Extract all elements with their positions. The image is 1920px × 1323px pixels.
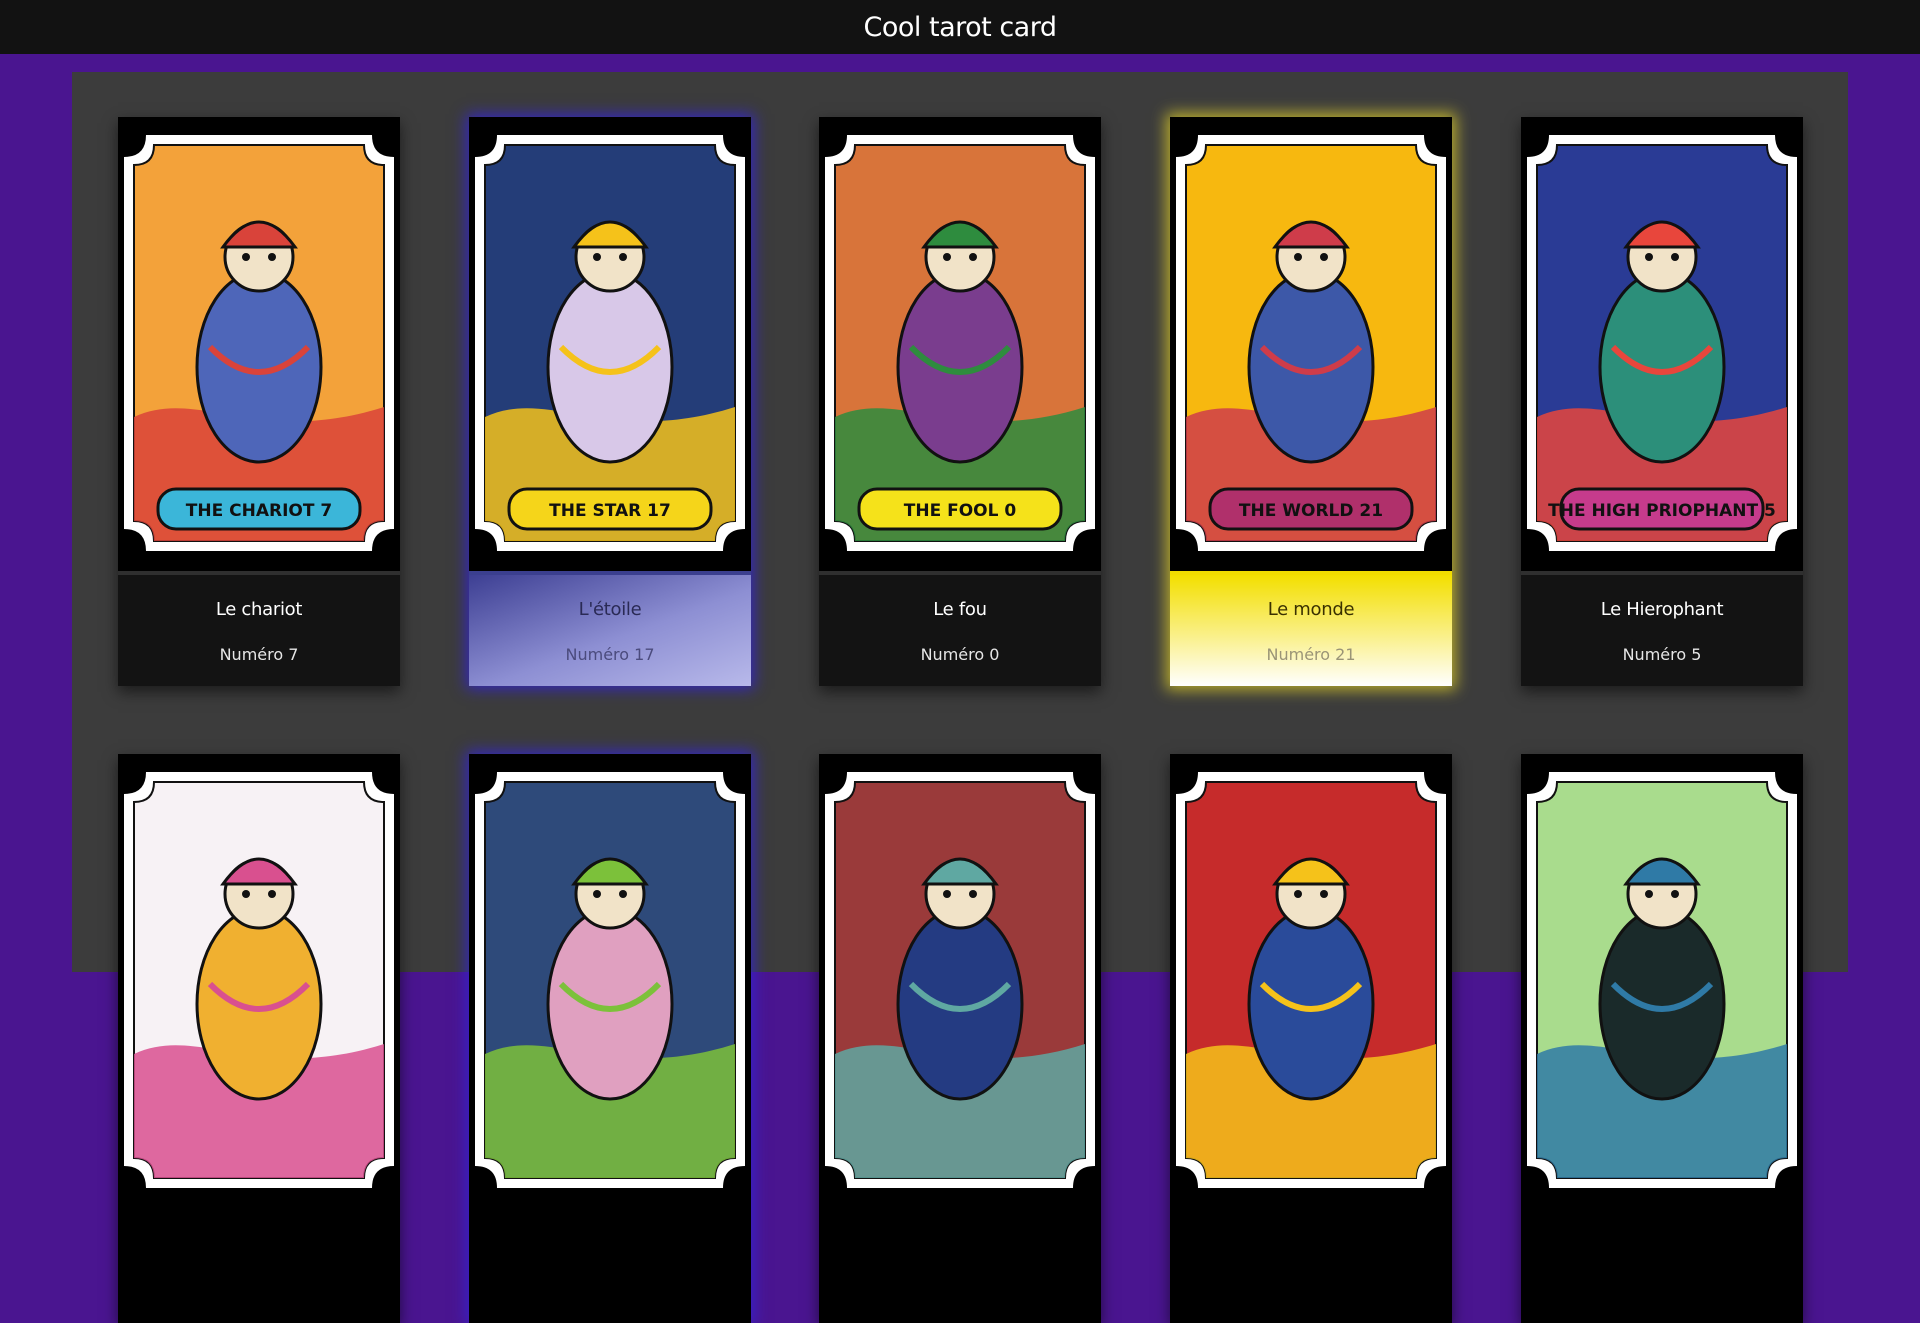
card-name: Le Hierophant	[1600, 599, 1724, 620]
figure-eye	[1671, 253, 1679, 261]
figure-eye	[1645, 253, 1653, 261]
figure-body	[896, 907, 1024, 1101]
card-artwork	[118, 754, 400, 1204]
figure-body	[896, 270, 1024, 464]
figure-eye	[619, 253, 627, 261]
card-artwork	[1521, 754, 1803, 1204]
figure-eye	[268, 890, 276, 898]
figure-eye	[242, 253, 250, 261]
card-caption: Le monde Numéro 21	[1170, 571, 1452, 686]
card-number: Numéro 0	[920, 645, 1000, 664]
card-panel: THE CHARIOT 7 Le chariot Numéro 7 THE ST…	[72, 72, 1848, 1323]
figure-eye	[593, 890, 601, 898]
top-bar: Cool tarot card	[0, 0, 1920, 54]
card-name: Le chariot	[215, 599, 303, 620]
figure-eye	[593, 253, 601, 261]
card-caption: Le chariot Numéro 7	[118, 571, 400, 686]
figure-body	[1247, 907, 1375, 1101]
card-number: Numéro 21	[1266, 645, 1356, 664]
tarot-card-magician[interactable]	[1170, 754, 1452, 1323]
card-artwork: THE WORLD 21	[1170, 117, 1452, 567]
figure-body	[546, 270, 674, 464]
figure-eye	[1294, 253, 1302, 261]
card-artwork	[819, 754, 1101, 1204]
card-name: L'étoile	[578, 599, 642, 620]
figure-body	[546, 907, 674, 1101]
figure-eye	[1671, 890, 1679, 898]
card-artwork: THE CHARIOT 7	[118, 117, 400, 567]
card-banner-text: THE CHARIOT 7	[186, 501, 332, 521]
tarot-card-hermit[interactable]	[469, 754, 751, 1323]
card-artwork	[1170, 754, 1452, 1204]
figure-eye	[969, 253, 977, 261]
figure-eye	[1645, 890, 1653, 898]
tarot-card-world[interactable]: THE WORLD 21 Le monde Numéro 21	[1170, 117, 1452, 686]
card-grid: THE CHARIOT 7 Le chariot Numéro 7 THE ST…	[72, 72, 1848, 1323]
card-name: Le monde	[1267, 599, 1355, 620]
figure-eye	[268, 253, 276, 261]
tarot-card-star[interactable]: THE STAR 17 L'étoile Numéro 17	[469, 117, 751, 686]
card-artwork: THE STAR 17	[469, 117, 751, 567]
card-caption: L'étoile Numéro 17	[469, 571, 751, 686]
card-artwork: THE HIGH PRIOPHANT 5	[1521, 117, 1803, 567]
card-number: Numéro 5	[1622, 645, 1702, 664]
card-artwork: THE FOOL 0	[819, 117, 1101, 567]
tarot-card-hierophant[interactable]: THE HIGH PRIOPHANT 5 Le Hierophant Numér…	[1521, 117, 1803, 686]
card-number: Numéro 17	[565, 645, 655, 664]
tarot-card-emperor[interactable]	[118, 754, 400, 1323]
figure-eye	[1320, 890, 1328, 898]
card-name: Le fou	[933, 599, 987, 620]
card-caption: Le fou Numéro 0	[819, 571, 1101, 686]
figure-eye	[943, 253, 951, 261]
figure-eye	[619, 890, 627, 898]
tarot-card-justice[interactable]	[1521, 754, 1803, 1323]
card-number: Numéro 7	[219, 645, 299, 664]
app-title: Cool tarot card	[863, 11, 1057, 43]
figure-body	[1598, 907, 1726, 1101]
card-caption: Le Hierophant Numéro 5	[1521, 571, 1803, 686]
tarot-card-death[interactable]	[819, 754, 1101, 1323]
figure-body	[1247, 270, 1375, 464]
tarot-card-fool[interactable]: THE FOOL 0 Le fou Numéro 0	[819, 117, 1101, 686]
figure-eye	[1320, 253, 1328, 261]
card-banner-text: THE STAR 17	[549, 501, 671, 521]
tarot-card-chariot[interactable]: THE CHARIOT 7 Le chariot Numéro 7	[118, 117, 400, 686]
figure-body	[195, 907, 323, 1101]
figure-eye	[969, 890, 977, 898]
card-banner-text: THE HIGH PRIOPHANT 5	[1548, 501, 1776, 521]
figure-body	[195, 270, 323, 464]
figure-eye	[242, 890, 250, 898]
figure-body	[1598, 270, 1726, 464]
card-banner-text: THE FOOL 0	[904, 501, 1017, 521]
card-banner-text: THE WORLD 21	[1239, 501, 1383, 521]
card-artwork	[469, 754, 751, 1204]
figure-eye	[943, 890, 951, 898]
figure-eye	[1294, 890, 1302, 898]
